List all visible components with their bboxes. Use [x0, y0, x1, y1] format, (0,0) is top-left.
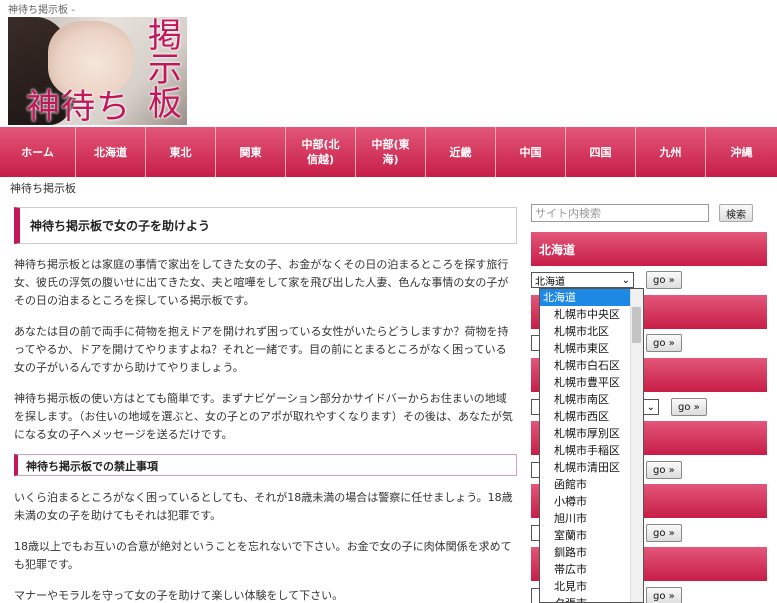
dropdown-option[interactable]: 札幌市南区	[540, 391, 643, 408]
dropdown-option[interactable]: 札幌市手稲区	[540, 442, 643, 459]
dropdown-option[interactable]: 釧路市	[540, 544, 643, 561]
site-logo[interactable]: 神待ち 掲示板	[8, 17, 187, 125]
breadcrumb[interactable]: 神待ち掲示板	[10, 180, 76, 196]
chevron-down-icon: ⌄	[621, 274, 630, 286]
main-content: 神待ち掲示板で女の子を助けよう 神待ち掲示板とは家庭の事情で家出をしてきた女の子…	[14, 207, 517, 603]
dropdown-option[interactable]: 函館市	[540, 476, 643, 493]
paragraph-example: あなたは目の前で両手に荷物を抱えドアを開けれず困っている女性がいたらどうしますか…	[14, 325, 509, 374]
sidebar: 検索 北海道 北海道 ⌄ go » go » ⌄ go » go » go » …	[531, 204, 767, 603]
dropdown-scrollbar[interactable]	[630, 289, 643, 602]
paragraph-manners: マナーやモラルを守って女の子を助けて楽しい体験をして下さい。	[14, 589, 344, 602]
logo-text-left: 神待ち	[26, 87, 131, 125]
dropdown-option[interactable]: 室蘭市	[540, 527, 643, 544]
nav-tohoku[interactable]: 東北	[146, 127, 216, 177]
go-button-4[interactable]: go »	[646, 461, 682, 479]
dropdown-option[interactable]: 北見市	[540, 578, 643, 595]
search-button[interactable]: 検索	[719, 204, 753, 222]
region-dropdown-list[interactable]: 北海道 札幌市中央区 札幌市北区 札幌市東区 札幌市白石区 札幌市豊平区 札幌市…	[539, 288, 644, 603]
dropdown-option[interactable]: 小樽市	[540, 493, 643, 510]
go-button-6[interactable]: go »	[646, 587, 682, 603]
dropdown-option[interactable]: 札幌市西区	[540, 408, 643, 425]
dropdown-option[interactable]: 札幌市東区	[540, 340, 643, 357]
nav-shikoku[interactable]: 四国	[566, 127, 636, 177]
page-title: 神待ち掲示板で女の子を助けよう	[14, 207, 517, 244]
logo-text-right: 掲示板	[148, 17, 182, 124]
dropdown-option[interactable]: 札幌市厚別区	[540, 425, 643, 442]
nav-chubu-tokai[interactable]: 中部(東海)	[356, 127, 426, 177]
region-select-value: 北海道	[535, 276, 565, 288]
nav-kinki[interactable]: 近畿	[426, 127, 496, 177]
dropdown-option[interactable]: 札幌市中央区	[540, 306, 643, 323]
search-form: 検索	[531, 204, 766, 222]
nav-kyushu[interactable]: 九州	[636, 127, 706, 177]
dropdown-option[interactable]: 札幌市清田区	[540, 459, 643, 476]
chevron-down-icon: ⌄	[646, 401, 655, 413]
region-select[interactable]: 北海道 ⌄	[531, 272, 634, 288]
widget-header-hokkaido: 北海道	[531, 232, 767, 266]
nav-okinawa[interactable]: 沖縄	[706, 127, 777, 177]
paragraph-intro: 神待ち掲示板とは家庭の事情で家出をしてきた女の子、お金がなくその日の泊まるところ…	[14, 258, 509, 307]
dropdown-option[interactable]: 夕張市	[540, 595, 643, 602]
paragraph-underage: いくら泊まるところがなく困っているとしても、それが18歳未満の場合は警察に任せま…	[14, 491, 513, 522]
dropdown-option[interactable]: 札幌市豊平区	[540, 374, 643, 391]
go-button[interactable]: go »	[646, 271, 682, 289]
go-button-3[interactable]: go »	[671, 398, 707, 416]
nav-home[interactable]: ホーム	[0, 127, 76, 177]
scrollbar-thumb[interactable]	[632, 307, 641, 343]
nav-chugoku[interactable]: 中国	[496, 127, 566, 177]
dropdown-option[interactable]: 帯広市	[540, 561, 643, 578]
nav-chubu-hokushinetsu[interactable]: 中部(北信越)	[286, 127, 356, 177]
search-input[interactable]	[531, 204, 709, 222]
nav-hokkaido[interactable]: 北海道	[76, 127, 146, 177]
section-heading-prohibited: 神待ち掲示板での禁止事項	[14, 454, 517, 476]
dropdown-option[interactable]: 札幌市北区	[540, 323, 643, 340]
site-subtitle: 神待ち掲示板 -	[8, 5, 75, 16]
main-nav: ホーム 北海道 東北 関東 中部(北信越) 中部(東海) 近畿 中国 四国 九州…	[0, 127, 777, 177]
dropdown-option[interactable]: 旭川市	[540, 510, 643, 527]
go-button-5[interactable]: go »	[646, 524, 682, 542]
nav-kanto[interactable]: 関東	[216, 127, 286, 177]
paragraph-usage: 神待ち掲示板の使い方はとても簡単です。まずナビゲーション部分かサイドバーからお住…	[14, 392, 513, 441]
dropdown-option[interactable]: 札幌市白石区	[540, 357, 643, 374]
go-button-2[interactable]: go »	[646, 334, 682, 352]
dropdown-option[interactable]: 北海道	[540, 289, 643, 306]
widget-select-row: 北海道 ⌄ go »	[531, 271, 682, 289]
paragraph-consent: 18歳以上でもお互いの合意が絶対ということを忘れないで下さい。お金で女の子に肉体…	[14, 540, 512, 571]
